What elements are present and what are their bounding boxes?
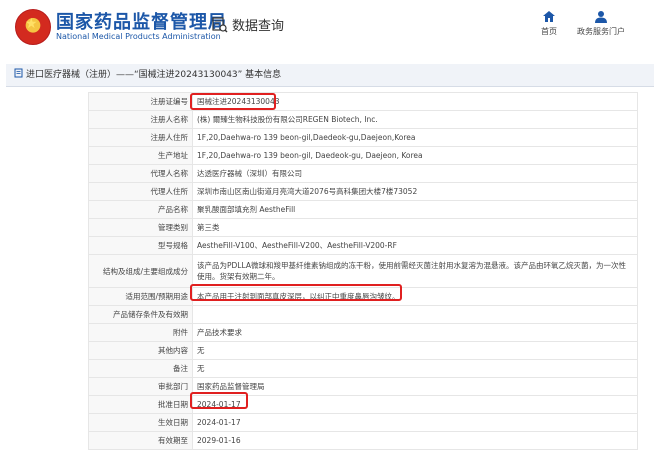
row-label: 注册证编号 [88, 92, 193, 111]
home-icon [543, 11, 555, 22]
table-row: 生效日期 2024-01-17 [88, 413, 638, 432]
row-label: 产品名称 [88, 200, 193, 219]
table-row: 代理人住所 深圳市南山区南山街道月亮湾大道2076号高科集团大楼7楼73052 [88, 182, 638, 201]
record-banner: 进口医疗器械（注册）——“国械注进20243130043” 基本信息 [6, 64, 654, 87]
table-row: 其他内容无 [88, 341, 638, 360]
row-label: 结构及组成/主要组成成分 [88, 254, 193, 288]
row-value: 无 [192, 359, 638, 378]
nav-home-label: 首页 [541, 27, 557, 36]
row-label: 型号规格 [88, 236, 193, 255]
data-query-label: 数据查询 [232, 19, 285, 34]
table-row: 注册证编号 国械注进20243130043 [88, 92, 638, 111]
row-value: (株) 爾臻生物科技股份有限公司REGEN Biotech, Inc. [192, 110, 638, 129]
table-row: 附件 产品技术要求 [88, 323, 638, 342]
national-emblem-icon: ★ [15, 9, 51, 45]
row-value: AestheFill-V100、AestheFill-V200、AestheFi… [192, 236, 638, 255]
row-value: 深圳市南山区南山街道月亮湾大道2076号高科集团大楼7楼73052 [192, 182, 638, 201]
row-value: 2024-01-17 [192, 413, 638, 432]
row-label: 代理人名称 [88, 164, 193, 183]
row-value: 国家药品监督管理局 [192, 377, 638, 396]
site-header: ★ 国家药品监督管理局 National Medical Products Ad… [0, 0, 660, 52]
row-label: 备注 [88, 359, 193, 378]
table-row: 审批部门 国家药品监督管理局 [88, 377, 638, 396]
row-label: 注册人住所 [88, 128, 193, 147]
data-query-link[interactable]: 数据查询 [212, 15, 284, 34]
row-value: 无 [192, 341, 638, 360]
row-label: 生效日期 [88, 413, 193, 432]
row-value [192, 305, 638, 324]
row-label: 适用范围/预期用途 [88, 287, 193, 306]
table-row: 批准日期 2024-01-17 [88, 395, 638, 414]
row-label: 代理人住所 [88, 182, 193, 201]
row-value: 第三类 [192, 218, 638, 237]
highlight-intended-use [190, 284, 402, 301]
row-value: 1F,20,Daehwa-ro 139 beon-gil,Daedeok-gu,… [192, 128, 638, 147]
table-row: 注册人住所 1F,20,Daehwa-ro 139 beon-gil,Daedeo… [88, 128, 638, 147]
site-title[interactable]: 国家药品监督管理局 [56, 8, 227, 34]
table-row: 有效期至 2029-01-16 [88, 431, 638, 450]
row-label: 注册人名称 [88, 110, 193, 129]
table-row: 生产地址 1F,20,Daehwa-ro 139 beon-gil, Daedeo… [88, 146, 638, 165]
row-label: 生产地址 [88, 146, 193, 165]
record-table: 注册证编号 国械注进20243130043 注册人名称 (株) 爾臻生物科技股份有限… [88, 92, 638, 450]
banner-title: 进口医疗器械（注册）——“国械注进20243130043” 基本信息 [26, 70, 282, 80]
document-icon [14, 68, 23, 78]
row-value: 聚乳酸面部填充剂 AestheFill [192, 200, 638, 219]
row-value: 2029-01-16 [192, 431, 638, 450]
table-row: 备注无 [88, 359, 638, 378]
row-label: 产品储存条件及有效期 [88, 305, 193, 324]
row-label: 批准日期 [88, 395, 193, 414]
nav-service-portal[interactable]: 政务服务门户 [566, 10, 636, 37]
row-label: 审批部门 [88, 377, 193, 396]
row-value: 2024-01-17 [192, 395, 638, 414]
table-row: 产品名称 聚乳酸面部填充剂 AestheFill [88, 200, 638, 219]
table-row: 结构及组成/主要组成成分 该产品为PDLLA微球和羧甲基纤维素钠组成的冻干粉，使用… [88, 254, 638, 288]
table-row: 注册人名称 (株) 爾臻生物科技股份有限公司REGEN Biotech, Inc. [88, 110, 638, 129]
highlight-approval-date [190, 392, 248, 409]
row-label: 附件 [88, 323, 193, 342]
table-row: 产品储存条件及有效期 [88, 305, 638, 324]
row-value: 达透医疗器械（深圳）有限公司 [192, 164, 638, 183]
row-value: 该产品为PDLLA微球和羧甲基纤维素钠组成的冻干粉，使用前需经灭菌注射用水复溶为… [192, 254, 638, 288]
row-value: 产品技术要求 [192, 323, 638, 342]
site-subtitle: National Medical Products Administration [56, 32, 221, 41]
table-row: 型号规格 AestheFill-V100、AestheFill-V200、Aest… [88, 236, 638, 255]
row-label: 其他内容 [88, 341, 193, 360]
row-value: 1F,20,Daehwa-ro 139 beon-gil, Daedeok-gu… [192, 146, 638, 165]
user-icon [595, 11, 607, 23]
row-label: 有效期至 [88, 431, 193, 450]
nav-service-portal-label: 政务服务门户 [577, 27, 625, 36]
highlight-registration-number [190, 93, 276, 110]
table-row: 管理类别 第三类 [88, 218, 638, 237]
table-row: 代理人名称 达透医疗器械（深圳）有限公司 [88, 164, 638, 183]
row-label: 管理类别 [88, 218, 193, 237]
data-query-icon [212, 16, 228, 32]
